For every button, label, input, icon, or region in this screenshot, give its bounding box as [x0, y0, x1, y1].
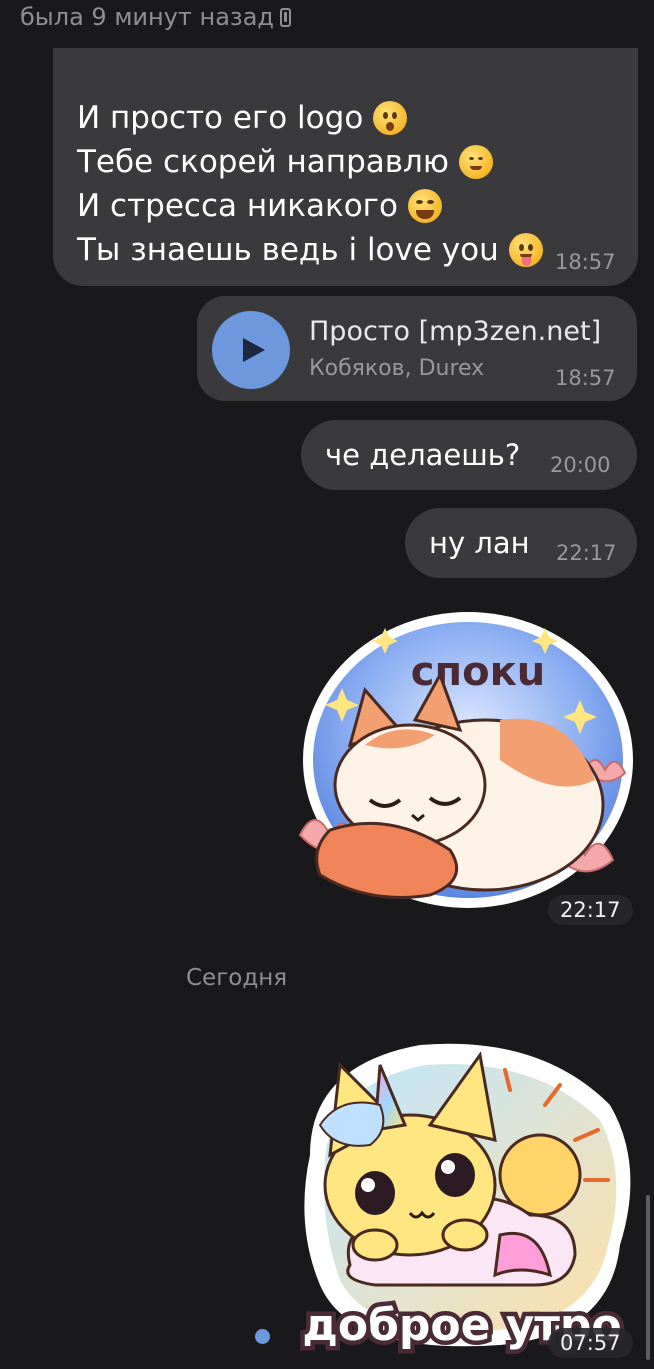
hushed-face-emoji-icon [373, 101, 408, 135]
date-separator: Сегодня [186, 965, 288, 991]
message-bubble-lyrics[interactable]: И просто его logo Тебе скорей направлю И… [53, 48, 638, 286]
audio-title: Просто [mp3zen.net] [309, 316, 602, 347]
message-text: че делаешь? [325, 438, 521, 472]
play-icon[interactable] [212, 311, 290, 389]
drooling-face-emoji-icon [458, 145, 493, 179]
sticker-good-morning[interactable]: доброе утро 07:57 [290, 1035, 635, 1365]
face-with-tongue-emoji-icon [508, 233, 543, 267]
sticker-caption: спокu [411, 649, 545, 695]
sticker-time: 22:17 [548, 895, 633, 925]
last-seen-status: была 9 минут назад [20, 0, 291, 34]
message-line: И просто его logo [77, 100, 408, 136]
message-line: Тебе скорей направлю [77, 144, 493, 180]
grinning-squinting-face-emoji-icon [407, 189, 442, 223]
phone-icon [280, 7, 291, 27]
message-line-text: И просто его logo [77, 100, 364, 136]
message-line-text: Ты знаешь ведь i love you [77, 232, 499, 268]
message-bubble[interactable]: ну лан 22:17 [405, 508, 637, 578]
message-time: 20:00 [550, 453, 611, 477]
message-bubble-audio[interactable]: Просто [mp3zen.net] Кобяков, Durex 18:57 [197, 296, 637, 401]
message-time: 22:17 [556, 541, 617, 565]
message-line: И стресса никакого [77, 188, 442, 224]
unread-indicator-dot [255, 1329, 270, 1344]
message-bubble[interactable]: че делаешь? 20:00 [301, 420, 637, 490]
message-line-text: Тебе скорей направлю [77, 144, 449, 180]
message-line: Ты знаешь ведь i love you [77, 232, 543, 268]
message-time: 18:57 [555, 250, 616, 274]
message-text: ну лан [429, 526, 530, 560]
good-morning-cat-sticker-image: доброе утро [298, 1043, 631, 1356]
sticker-time: 07:57 [548, 1328, 633, 1358]
last-seen-text: была 9 минут назад [20, 3, 274, 31]
sticker-sleepy-cat[interactable]: спокu 22:17 [290, 610, 635, 925]
sleeping-cat-sticker-image: спокu [298, 612, 633, 908]
message-line-text: И стресса никакого [77, 188, 398, 224]
scrollbar[interactable] [646, 1195, 650, 1360]
message-time: 18:57 [555, 366, 616, 390]
audio-artist: Кобяков, Durex [309, 356, 485, 381]
